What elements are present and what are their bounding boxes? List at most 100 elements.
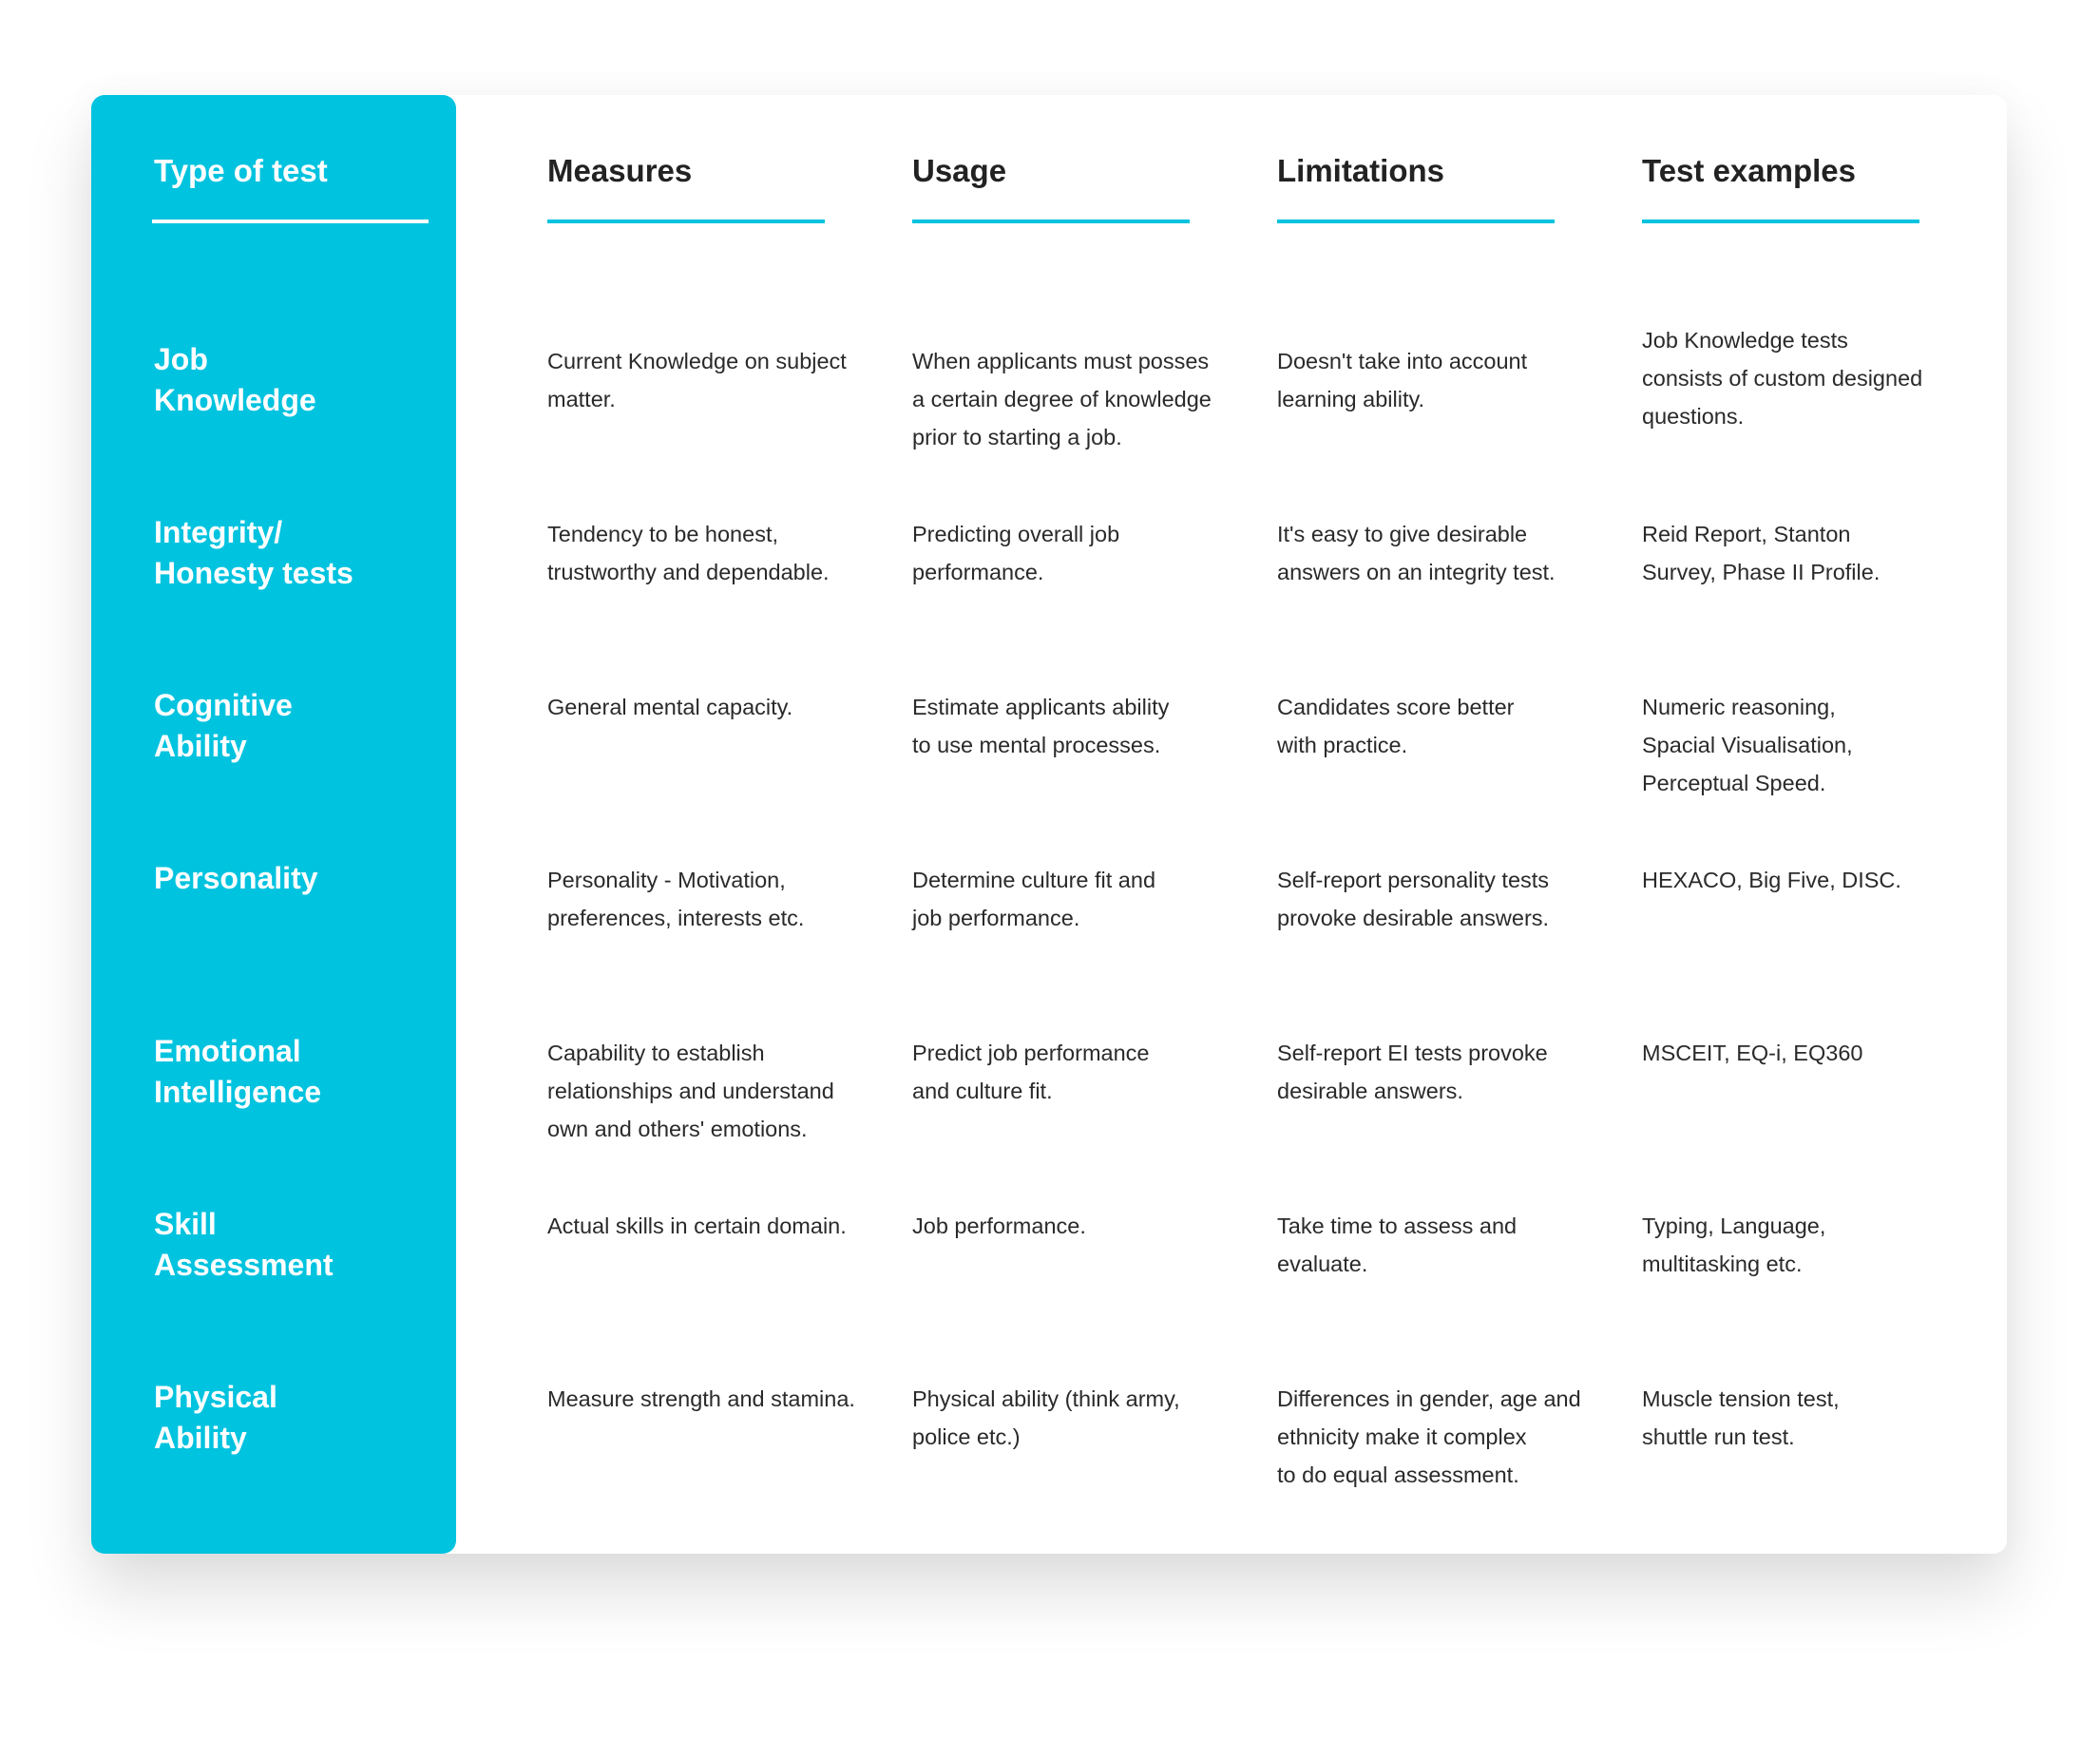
cell-examples: HEXACO, Big Five, DISC. <box>1642 861 1965 899</box>
cell-line: desirable answers. <box>1277 1079 1463 1103</box>
cell-limitations: Differences in gender, age and ethnicity … <box>1277 1380 1600 1494</box>
cell-measures: Capability to establish relationships and… <box>547 1034 870 1148</box>
row-label: Emotional Intelligence <box>154 1031 439 1113</box>
cell-line: provoke desirable answers. <box>1277 906 1550 930</box>
row-label: Physical Ability <box>154 1377 439 1459</box>
row-label-line: Ability <box>154 1421 247 1455</box>
cell-line: Numeric reasoning, <box>1642 695 1836 719</box>
type-of-test-column <box>91 95 456 1554</box>
row-label-line: Assessment <box>154 1248 334 1282</box>
header-underline-type-of-test <box>152 220 429 223</box>
cell-usage: Determine culture fit and job performance… <box>912 861 1235 937</box>
cell-line: relationships and understand <box>547 1079 834 1103</box>
cell-line: prior to starting a job. <box>912 425 1122 449</box>
cell-line: Measure strength and stamina. <box>547 1386 855 1411</box>
cell-line: job performance. <box>912 906 1080 930</box>
cell-measures: Tendency to be honest, trustworthy and de… <box>547 515 870 591</box>
cell-line: matter. <box>547 387 616 411</box>
cell-line: Tendency to be honest, <box>547 522 779 546</box>
header-measures: Measures <box>547 153 693 188</box>
cell-line: Spacial Visualisation, <box>1642 733 1853 757</box>
cell-line: Job performance. <box>912 1213 1086 1238</box>
header-underline-measures <box>547 220 825 223</box>
cell-examples: Typing, Language, multitasking etc. <box>1642 1207 1965 1283</box>
cell-line: HEXACO, Big Five, DISC. <box>1642 868 1901 892</box>
cell-line: Estimate applicants ability <box>912 695 1170 719</box>
row-label: Personality <box>154 858 439 899</box>
cell-measures: Personality - Motivation, preferences, in… <box>547 861 870 937</box>
cell-examples: Muscle tension test, shuttle run test. <box>1642 1380 1965 1456</box>
cell-line: General mental capacity. <box>547 695 793 719</box>
cell-line: with practice. <box>1277 733 1408 757</box>
row-label-line: Ability <box>154 729 247 763</box>
cell-line: Self-report personality tests <box>1277 868 1550 892</box>
row-label-line: Knowledge <box>154 383 316 417</box>
cell-limitations: It's easy to give desirable answers on an… <box>1277 515 1600 591</box>
cell-line: Current Knowledge on subject <box>547 349 847 373</box>
header-test-examples: Test examples <box>1642 153 1857 188</box>
cell-line: trustworthy and dependable. <box>547 560 830 584</box>
cell-line: Job Knowledge tests <box>1642 328 1848 353</box>
cell-usage: Job performance. <box>912 1207 1235 1245</box>
cell-measures: Measure strength and stamina. <box>547 1380 870 1418</box>
cell-examples: Numeric reasoning, Spacial Visualisation,… <box>1642 688 1965 802</box>
cell-line: Perceptual Speed. <box>1642 771 1826 795</box>
header-underline-usage <box>912 220 1190 223</box>
cell-line: Self-report EI tests provoke <box>1277 1041 1548 1065</box>
cell-line: Predict job performance <box>912 1041 1150 1065</box>
cell-line: a certain degree of knowledge <box>912 387 1212 411</box>
cell-line: preferences, interests etc. <box>547 906 805 930</box>
cell-line: Physical ability (think army, <box>912 1386 1180 1411</box>
cell-line: police etc.) <box>912 1424 1021 1449</box>
cell-line: evaluate. <box>1277 1252 1368 1276</box>
row-label-line: Integrity/ <box>154 515 283 549</box>
cell-line: multitasking etc. <box>1642 1252 1803 1276</box>
cell-usage: Predicting overall job performance. <box>912 515 1235 591</box>
cell-line: own and others' emotions. <box>547 1117 808 1141</box>
cell-limitations: Self-report personality tests provoke des… <box>1277 861 1600 937</box>
cell-line: Determine culture fit and <box>912 868 1156 892</box>
cell-line: to do equal assessment. <box>1277 1462 1519 1487</box>
cell-limitations: Candidates score better with practice. <box>1277 688 1600 764</box>
cell-line: ethnicity make it complex <box>1277 1424 1527 1449</box>
header-usage: Usage <box>912 153 1007 188</box>
cell-line: Survey, Phase II Profile. <box>1642 560 1880 584</box>
row-label-line: Personality <box>154 861 318 895</box>
cell-line: Doesn't take into account <box>1277 349 1528 373</box>
cell-line: learning ability. <box>1277 387 1425 411</box>
cell-line: Predicting overall job <box>912 522 1120 546</box>
header-underline-limitations <box>1277 220 1555 223</box>
cell-examples: Reid Report, Stanton Survey, Phase II Pro… <box>1642 515 1965 591</box>
cell-usage: Physical ability (think army, police etc.… <box>912 1380 1235 1456</box>
row-label-line: Physical <box>154 1380 277 1414</box>
cell-line: Take time to assess and <box>1277 1213 1518 1238</box>
cell-line: questions. <box>1642 404 1745 429</box>
cell-line: Muscle tension test, <box>1642 1386 1840 1411</box>
cell-line: consists of custom designed <box>1642 366 1923 391</box>
cell-line: MSCEIT, EQ-i, EQ360 <box>1642 1041 1863 1065</box>
cell-line: and culture fit. <box>912 1079 1053 1103</box>
cell-measures: General mental capacity. <box>547 688 870 726</box>
row-label: Job Knowledge <box>154 339 439 421</box>
row-label: Integrity/Honesty tests <box>154 512 439 594</box>
header-limitations: Limitations <box>1277 153 1445 188</box>
cell-line: to use mental processes. <box>912 733 1161 757</box>
cell-line: Reid Report, Stanton <box>1642 522 1851 546</box>
row-label-line: Skill <box>154 1207 217 1241</box>
cell-line: Personality - Motivation, <box>547 868 786 892</box>
header-type-of-test: Type of test <box>154 153 328 188</box>
cell-limitations: Take time to assess and evaluate. <box>1277 1207 1600 1283</box>
cell-usage: Estimate applicants ability to use mental… <box>912 688 1235 764</box>
row-label-line: Cognitive <box>154 688 293 722</box>
cell-limitations: Self-report EI tests provoke desirable an… <box>1277 1034 1600 1110</box>
row-label: Cognitive Ability <box>154 685 439 767</box>
header-underline-test-examples <box>1642 220 1919 223</box>
test-types-table: Type of test Measures Usage Limitations … <box>91 95 2007 1554</box>
cell-measures: Actual skills in certain domain. <box>547 1207 870 1245</box>
cell-line: shuttle run test. <box>1642 1424 1795 1449</box>
cell-line: Capability to establish <box>547 1041 765 1065</box>
cell-line: Actual skills in certain domain. <box>547 1213 847 1238</box>
cell-usage: Predict job performance and culture fit. <box>912 1034 1235 1110</box>
cell-line: Differences in gender, age and <box>1277 1386 1581 1411</box>
row-label-line: Emotional <box>154 1034 301 1068</box>
